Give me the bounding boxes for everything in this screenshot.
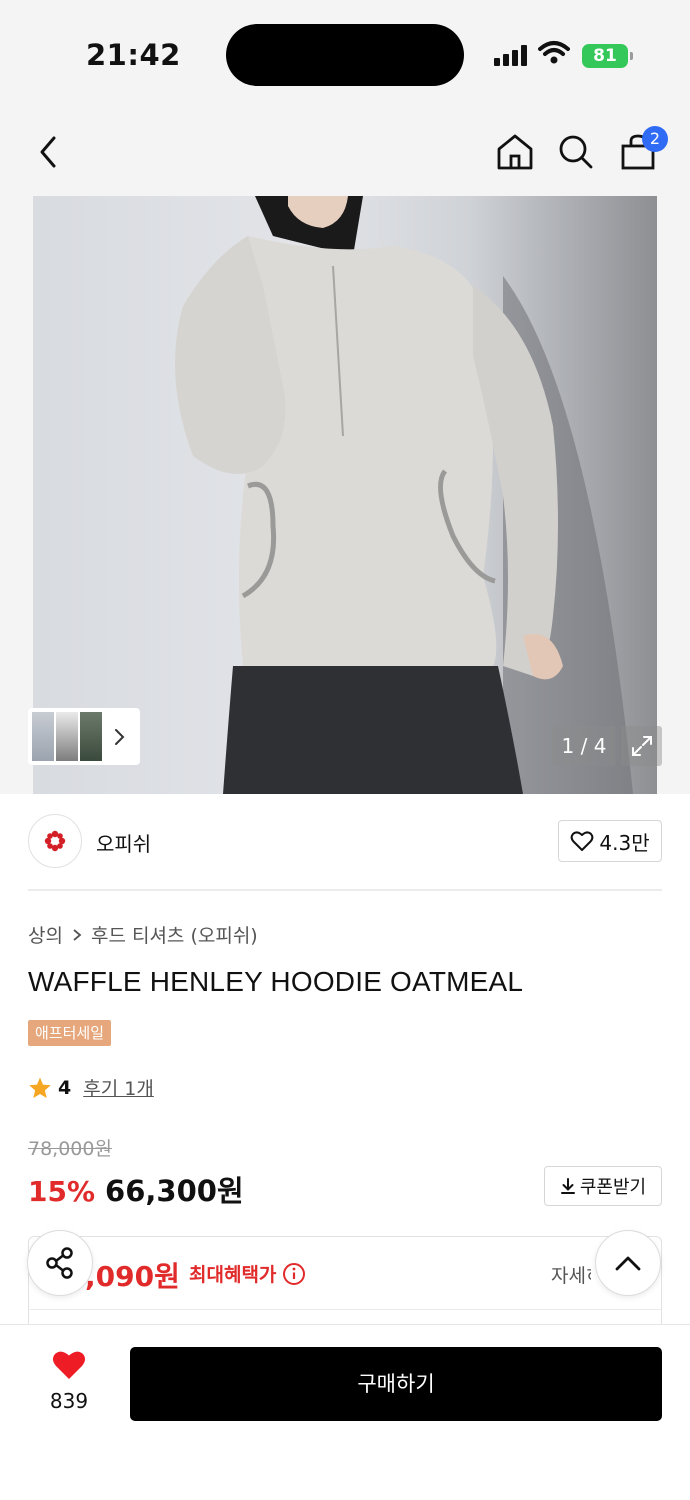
brand-like-button[interactable]: 4.3만 (558, 820, 662, 862)
scroll-to-top-button[interactable] (595, 1230, 661, 1296)
product-photo[interactable] (33, 196, 657, 794)
divider (29, 1309, 661, 1310)
top-nav-bar: 2 (0, 110, 690, 196)
chevron-right-icon (115, 728, 125, 745)
chevron-up-icon (615, 1256, 641, 1271)
expand-icon (631, 736, 652, 756)
wifi-icon (538, 41, 570, 64)
brand-like-count: 4.3만 (599, 830, 650, 855)
breadcrumb-category[interactable]: 상의 (28, 921, 63, 948)
battery-icon: 81 (582, 44, 633, 68)
dynamic-island (226, 24, 464, 86)
discount-rate: 15% (28, 1175, 96, 1208)
home-icon (497, 134, 533, 170)
bottom-action-bar: 839 구매하기 (0, 1324, 690, 1500)
cellular-signal-icon (494, 44, 528, 66)
max-benefit-label-text: 최대혜택가 (189, 1264, 277, 1286)
breadcrumb: 상의 후드 티셔츠 (오피쉬) (28, 921, 258, 948)
buy-button[interactable]: 구매하기 (130, 1347, 662, 1421)
wishlist-count: 839 (49, 1389, 89, 1413)
image-pager: 1 / 4 (552, 726, 616, 766)
share-icon (46, 1247, 73, 1279)
search-button[interactable] (552, 128, 600, 176)
price-row: 15% 66,300원 (28, 1168, 244, 1210)
review-count-link[interactable]: 후기 1개 (83, 1074, 154, 1101)
cart-button[interactable]: 2 (614, 126, 668, 176)
thumbnail-image[interactable] (80, 712, 102, 761)
thumbnail-image[interactable] (56, 712, 78, 761)
status-bar: 21:42 81 (0, 0, 690, 110)
brand-logo[interactable] (28, 814, 82, 868)
coupon-download-button[interactable]: 쿠폰받기 (544, 1166, 662, 1206)
divider (28, 889, 662, 891)
info-icon[interactable] (282, 1262, 306, 1286)
max-benefit-label: 최대혜택가 (189, 1260, 306, 1287)
max-benefit-price: ,090원 (85, 1260, 180, 1293)
chevron-left-icon (40, 136, 56, 168)
flower-logo-icon (44, 830, 66, 852)
back-button[interactable] (24, 128, 72, 176)
chevron-right-icon (73, 928, 82, 941)
model-in-hoodie-image (175, 196, 633, 794)
thumbnail-strip[interactable] (28, 708, 140, 765)
fullscreen-button[interactable] (621, 726, 662, 766)
benefit-detail-link[interactable]: 자세히 (551, 1261, 591, 1288)
search-icon (559, 135, 593, 169)
rating-row: 4 후기 1개 (28, 1074, 154, 1101)
heart-filled-icon (52, 1351, 86, 1379)
brand-name[interactable]: 오피쉬 (96, 828, 151, 857)
original-price: 78,000원 (28, 1138, 112, 1160)
product-title: WAFFLE HENLEY HOODIE OATMEAL (28, 966, 524, 997)
coupon-label: 쿠폰받기 (579, 1177, 647, 1198)
product-gallery[interactable]: 1 / 4 (0, 196, 690, 794)
download-icon (560, 1178, 575, 1194)
sale-badge: 애프터세일 (28, 1020, 112, 1046)
wishlist-button[interactable]: 839 (40, 1349, 98, 1413)
sale-price: 66,300원 (105, 1174, 244, 1208)
share-button[interactable] (27, 1230, 93, 1296)
star-icon (29, 1077, 51, 1098)
cart-count-badge: 2 (642, 126, 668, 152)
status-time: 21:42 (86, 38, 181, 72)
rating-score: 4 (58, 1076, 72, 1099)
thumbnail-image[interactable] (32, 712, 54, 761)
home-button[interactable] (491, 128, 539, 176)
heart-outline-icon (571, 831, 594, 851)
brand-row[interactable]: 오피쉬 4.3만 (28, 814, 662, 870)
breadcrumb-subcategory[interactable]: 후드 티셔츠 (오피쉬) (91, 921, 258, 948)
